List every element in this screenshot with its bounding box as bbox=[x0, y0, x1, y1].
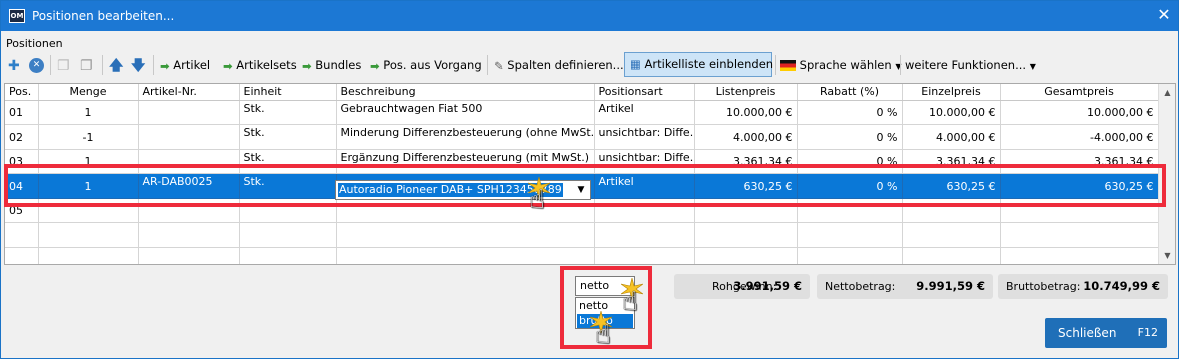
paste-button[interactable]: ❐ bbox=[80, 54, 93, 76]
cell-positionsart[interactable]: unsichtbar: Diffe... bbox=[594, 124, 695, 150]
artikel-label: Artikel bbox=[173, 58, 211, 72]
move-up-button[interactable]: 🡅 bbox=[109, 54, 123, 76]
table-row[interactable]: 01 1 Stk. Gebrauchtwagen Fiat 500 Artike… bbox=[5, 100, 1159, 125]
shortcut-key-label: F12 bbox=[1137, 326, 1158, 339]
cell-pos[interactable]: 02 bbox=[5, 124, 39, 150]
pos-aus-vorgang-label: Pos. aus Vorgang bbox=[383, 58, 482, 72]
plus-icon: ✚ bbox=[8, 57, 20, 74]
cell-menge[interactable]: -1 bbox=[38, 124, 139, 150]
cell-einzelpreis[interactable]: 10.000,00 € bbox=[902, 100, 1001, 125]
close-icon[interactable]: ✕ bbox=[1154, 5, 1174, 25]
insert-arrow-icon: ➡ bbox=[302, 58, 312, 73]
toolbar: ✚ ✕ ❐ ❐ 🡅 🡇 ➡ Artikel ➡ Artikelsets ➡ Bu… bbox=[4, 52, 1176, 79]
cell-gesamtpreis[interactable]: -4.000,00 € bbox=[1000, 124, 1159, 150]
copy-button[interactable]: ❐ bbox=[57, 54, 70, 76]
cell-artikel-nr[interactable] bbox=[138, 100, 240, 125]
nettobetrag-label: Nettobetrag: bbox=[825, 280, 896, 293]
cell-listenpreis[interactable]: 4.000,00 € bbox=[694, 124, 798, 150]
dialog-window: OM Positionen bearbeiten... ✕ Positionen… bbox=[0, 0, 1179, 359]
edit-columns-icon: ✎ bbox=[494, 58, 504, 73]
col-header-positionsart[interactable]: Positionsart bbox=[594, 84, 695, 101]
nettobetrag-value: 9.991,59 € bbox=[916, 279, 985, 293]
cell-listenpreis[interactable]: 10.000,00 € bbox=[694, 100, 798, 125]
cell-positionsart[interactable]: Artikel bbox=[594, 100, 695, 125]
col-header-beschreibung[interactable]: Beschreibung bbox=[336, 84, 595, 101]
artikelliste-label: Artikelliste einblenden bbox=[644, 57, 774, 71]
arrow-down-icon: 🡇 bbox=[131, 57, 146, 74]
cell-rabatt[interactable]: 0 % bbox=[797, 100, 903, 125]
col-header-listenpreis[interactable]: Listenpreis bbox=[694, 84, 798, 101]
col-header-gesamtpreis[interactable]: Gesamtpreis bbox=[1000, 84, 1159, 101]
rohgewinn-value: 3.991,59 € bbox=[733, 279, 802, 293]
col-header-einzelpreis[interactable]: Einzelpreis bbox=[902, 84, 1001, 101]
rohgewinn-panel: Rohgewinn: 3.991,59 € bbox=[674, 274, 810, 299]
cell-einzelpreis[interactable]: 4.000,00 € bbox=[902, 124, 1001, 150]
weitere-label: weitere Funktionen... bbox=[905, 58, 1027, 72]
list-icon: ▦ bbox=[630, 57, 641, 71]
cell-rabatt[interactable]: 0 % bbox=[797, 124, 903, 150]
scroll-down-icon[interactable]: ▼ bbox=[1159, 247, 1175, 264]
spalten-definieren-button[interactable]: ✎ Spalten definieren... bbox=[494, 54, 624, 76]
arrow-up-icon: 🡅 bbox=[109, 57, 124, 74]
cell-pos[interactable]: 01 bbox=[5, 100, 39, 125]
remove-icon: ✕ bbox=[29, 58, 44, 73]
weitere-funktionen-dropdown[interactable]: weitere Funktionen... ▼ bbox=[905, 54, 1036, 76]
app-logo-icon: OM bbox=[9, 9, 25, 23]
insert-arrow-icon: ➡ bbox=[160, 58, 170, 73]
insert-arrow-icon: ➡ bbox=[223, 58, 233, 73]
cell-gesamtpreis[interactable]: 10.000,00 € bbox=[1000, 100, 1159, 125]
add-row-button[interactable]: ✚ bbox=[8, 54, 20, 76]
scroll-up-icon[interactable]: ▲ bbox=[1159, 84, 1175, 101]
insert-arrow-icon: ➡ bbox=[370, 58, 380, 73]
col-header-menge[interactable]: Menge bbox=[38, 84, 139, 101]
col-header-pos[interactable]: Pos. bbox=[5, 84, 39, 101]
col-header-rabatt[interactable]: Rabatt (%) bbox=[797, 84, 903, 101]
cell-einheit[interactable]: Stk. bbox=[239, 100, 337, 125]
table-row[interactable]: 02 -1 Stk. Minderung Differenzbesteuerun… bbox=[5, 124, 1159, 150]
dropdown-arrow-icon[interactable]: ▼ bbox=[574, 183, 588, 197]
schliessen-button[interactable]: Schließen F12 bbox=[1045, 318, 1167, 348]
cell-beschreibung[interactable]: Gebrauchtwagen Fiat 500 bbox=[336, 100, 595, 125]
header-row: Pos. Menge Artikel-Nr. Einheit Beschreib… bbox=[5, 84, 1159, 101]
delete-row-button[interactable]: ✕ bbox=[29, 54, 44, 76]
bruttobetrag-panel: Bruttobetrag: 10.749,99 € bbox=[998, 274, 1168, 299]
bruttobetrag-label: Bruttobetrag: bbox=[1006, 280, 1081, 293]
hand-cursor-icon: ☝ bbox=[529, 185, 545, 215]
window-title: Positionen bearbeiten... bbox=[32, 9, 175, 23]
copy-icon: ❐ bbox=[57, 57, 70, 74]
col-header-einheit[interactable]: Einheit bbox=[239, 84, 337, 101]
pos-aus-vorgang-button[interactable]: ➡ Pos. aus Vorgang bbox=[370, 54, 482, 76]
nettobetrag-panel: Nettobetrag: 9.991,59 € bbox=[817, 274, 993, 299]
paste-icon: ❐ bbox=[80, 57, 93, 74]
table-row[interactable] bbox=[5, 222, 1159, 248]
spalten-label: Spalten definieren... bbox=[507, 58, 624, 72]
move-down-button[interactable]: 🡇 bbox=[131, 54, 145, 76]
cell-beschreibung[interactable]: Minderung Differenzbesteuerung (ohne MwS… bbox=[336, 124, 595, 150]
artikelliste-einblenden-button[interactable]: ▦ Artikelliste einblenden bbox=[624, 52, 774, 77]
bundles-button[interactable]: ➡ Bundles bbox=[302, 54, 361, 76]
artikel-button[interactable]: ➡ Artikel bbox=[160, 54, 210, 76]
col-header-artikel-nr[interactable]: Artikel-Nr. bbox=[138, 84, 240, 101]
beschreibung-combobox[interactable]: Autoradio Pioneer DAB+ SPH123456789 ▼ bbox=[335, 180, 591, 200]
cell-artikel-nr[interactable] bbox=[138, 124, 240, 150]
bundles-label: Bundles bbox=[315, 58, 362, 72]
title-bar: OM Positionen bearbeiten... ✕ bbox=[1, 1, 1178, 31]
schliessen-label: Schließen bbox=[1058, 326, 1117, 340]
dropdown-arrow-icon: ▼ bbox=[1029, 62, 1036, 71]
artikelsets-label: Artikelsets bbox=[236, 58, 297, 72]
bruttobetrag-value: 10.749,99 € bbox=[1083, 279, 1160, 293]
group-label: Positionen bbox=[6, 37, 63, 50]
flag-icon bbox=[780, 60, 796, 71]
hand-cursor-icon: ☝ bbox=[622, 287, 638, 317]
sprache-waehlen-dropdown[interactable]: Sprache wählen ▼ bbox=[780, 54, 902, 76]
cell-menge[interactable]: 1 bbox=[38, 100, 139, 125]
table-row[interactable] bbox=[5, 247, 1159, 264]
artikelsets-button[interactable]: ➡ Artikelsets bbox=[223, 54, 297, 76]
hand-cursor-icon: ☝ bbox=[595, 320, 611, 350]
sprache-label: Sprache wählen bbox=[799, 58, 892, 72]
cell-einheit[interactable]: Stk. bbox=[239, 124, 337, 150]
